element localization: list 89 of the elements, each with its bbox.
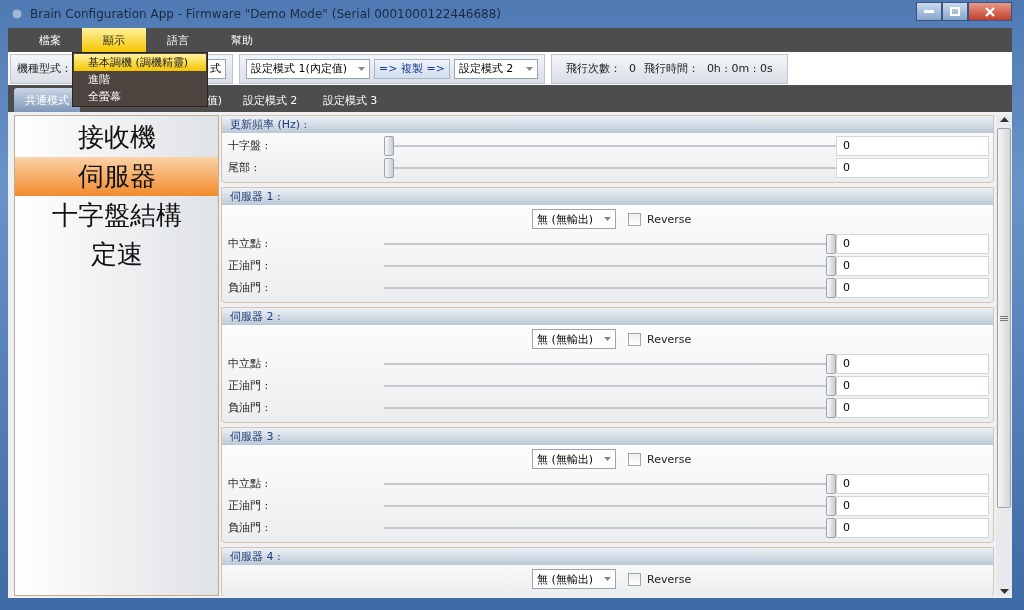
model-label: 機種型式： [17,61,72,76]
section-header: 更新頻率 (Hz) : [222,116,993,133]
app-icon [10,7,24,21]
value-field[interactable]: 0 [836,277,989,298]
field-label: 負油門 : [228,520,270,535]
value-field[interactable]: 0 [836,397,989,418]
sidebar-item[interactable]: 定速 [15,235,218,274]
menu-option[interactable]: 進階 [74,71,206,88]
caret-icon [525,66,533,71]
value-field[interactable]: 0 [836,353,989,374]
caret-icon [604,577,611,581]
maximize-icon [950,7,960,16]
section-header: 伺服器 4 : [222,548,993,565]
output-dropdown[interactable]: 無 (無輸出) [532,569,616,589]
tab[interactable]: 設定模式 2 [230,88,310,112]
scroll-up-icon [999,117,1009,122]
value-field[interactable]: 0 [836,233,989,254]
value-field[interactable]: 0 [836,473,989,494]
slider[interactable] [384,255,836,276]
section-header: 伺服器 2 : [222,308,993,325]
caret-icon [358,66,365,71]
sidebar-item[interactable]: 接收機 [15,118,218,157]
menu-item[interactable]: 顯示 [82,28,146,52]
minimize-icon [924,10,934,13]
reverse-checkbox[interactable] [628,332,641,346]
output-dropdown[interactable]: 無 (無輸出) [532,449,616,469]
field-label: 負油門 : [228,400,270,415]
checkbox-label: Reverse [647,212,692,226]
field-label: 尾部 : [228,160,259,175]
slider[interactable] [384,495,836,516]
target-select[interactable]: 設定模式 2 [453,58,538,79]
tab[interactable]: 設定模式 3 [310,88,390,112]
checkbox-label: Reverse [647,572,692,586]
value-field[interactable]: 0 [836,495,989,516]
checkbox-label: Reverse [647,452,692,466]
slider[interactable] [384,517,836,538]
reverse-checkbox[interactable] [628,452,641,466]
source-select[interactable]: 設定模式 1(內定值) [246,58,370,79]
caret-icon [604,337,611,341]
reverse-checkbox[interactable] [628,212,641,226]
field-label: 中立點 : [228,236,270,251]
value-field[interactable]: 0 [836,157,989,178]
scroll-thumb[interactable] [997,128,1011,508]
field-label: 正油門 : [228,378,270,393]
value-field[interactable]: 0 [836,375,989,396]
sidebar-item[interactable]: 十字盤結構 [15,196,218,235]
output-dropdown[interactable]: 無 (無輸出) [532,329,616,349]
section-header: 伺服器 1 : [222,188,993,205]
scroll-down-icon [999,589,1009,594]
checkbox-label: Reverse [647,332,692,346]
scrollbar[interactable] [996,115,1012,596]
menu-item[interactable]: 幫助 [210,28,274,52]
slider[interactable] [384,277,836,298]
minimize-button[interactable] [916,2,942,21]
sidebar-item[interactable]: 伺服器 [15,157,218,196]
grip-icon [1000,315,1008,321]
field-label: 中立點 : [228,356,270,371]
value-field[interactable]: 0 [836,255,989,276]
slider[interactable] [384,473,836,494]
caret-icon [604,217,611,221]
slider[interactable] [384,397,836,418]
value-field[interactable]: 0 [836,517,989,538]
field-label: 十字盤 : [228,138,270,153]
close-icon [985,6,995,17]
menu-option[interactable]: 基本調機 (調機精靈) [74,54,206,71]
slider[interactable] [384,157,836,178]
slider[interactable] [384,135,836,156]
close-button[interactable] [968,2,1012,21]
section-header: 伺服器 3 : [222,428,993,445]
menu-item[interactable]: 檔案 [18,28,82,52]
flight-count-label: 飛行次數： [565,61,621,76]
slider[interactable] [384,353,836,374]
output-dropdown[interactable]: 無 (無輸出) [532,209,616,229]
copy-button[interactable]: => 複製 => [374,58,450,79]
field-label: 正油門 : [228,258,270,273]
flight-time: 0h : 0m : 0s [706,62,773,75]
field-label: 中立點 : [228,476,270,491]
field-label: 負油門 : [228,280,270,295]
menu-item[interactable]: 語言 [146,28,210,52]
field-label: 正油門 : [228,498,270,513]
window-title: Brain Configuration App - Firmware "Demo Mode" (Serial 0001000122446688) [30,7,502,21]
slider[interactable] [384,233,836,254]
maximize-button[interactable] [942,2,968,21]
flight-time-label: 飛行時間： [643,61,699,76]
reverse-checkbox[interactable] [628,572,641,586]
flight-count: 0 [628,62,636,75]
caret-icon [604,457,611,461]
slider[interactable] [384,375,836,396]
value-field[interactable]: 0 [836,135,989,156]
